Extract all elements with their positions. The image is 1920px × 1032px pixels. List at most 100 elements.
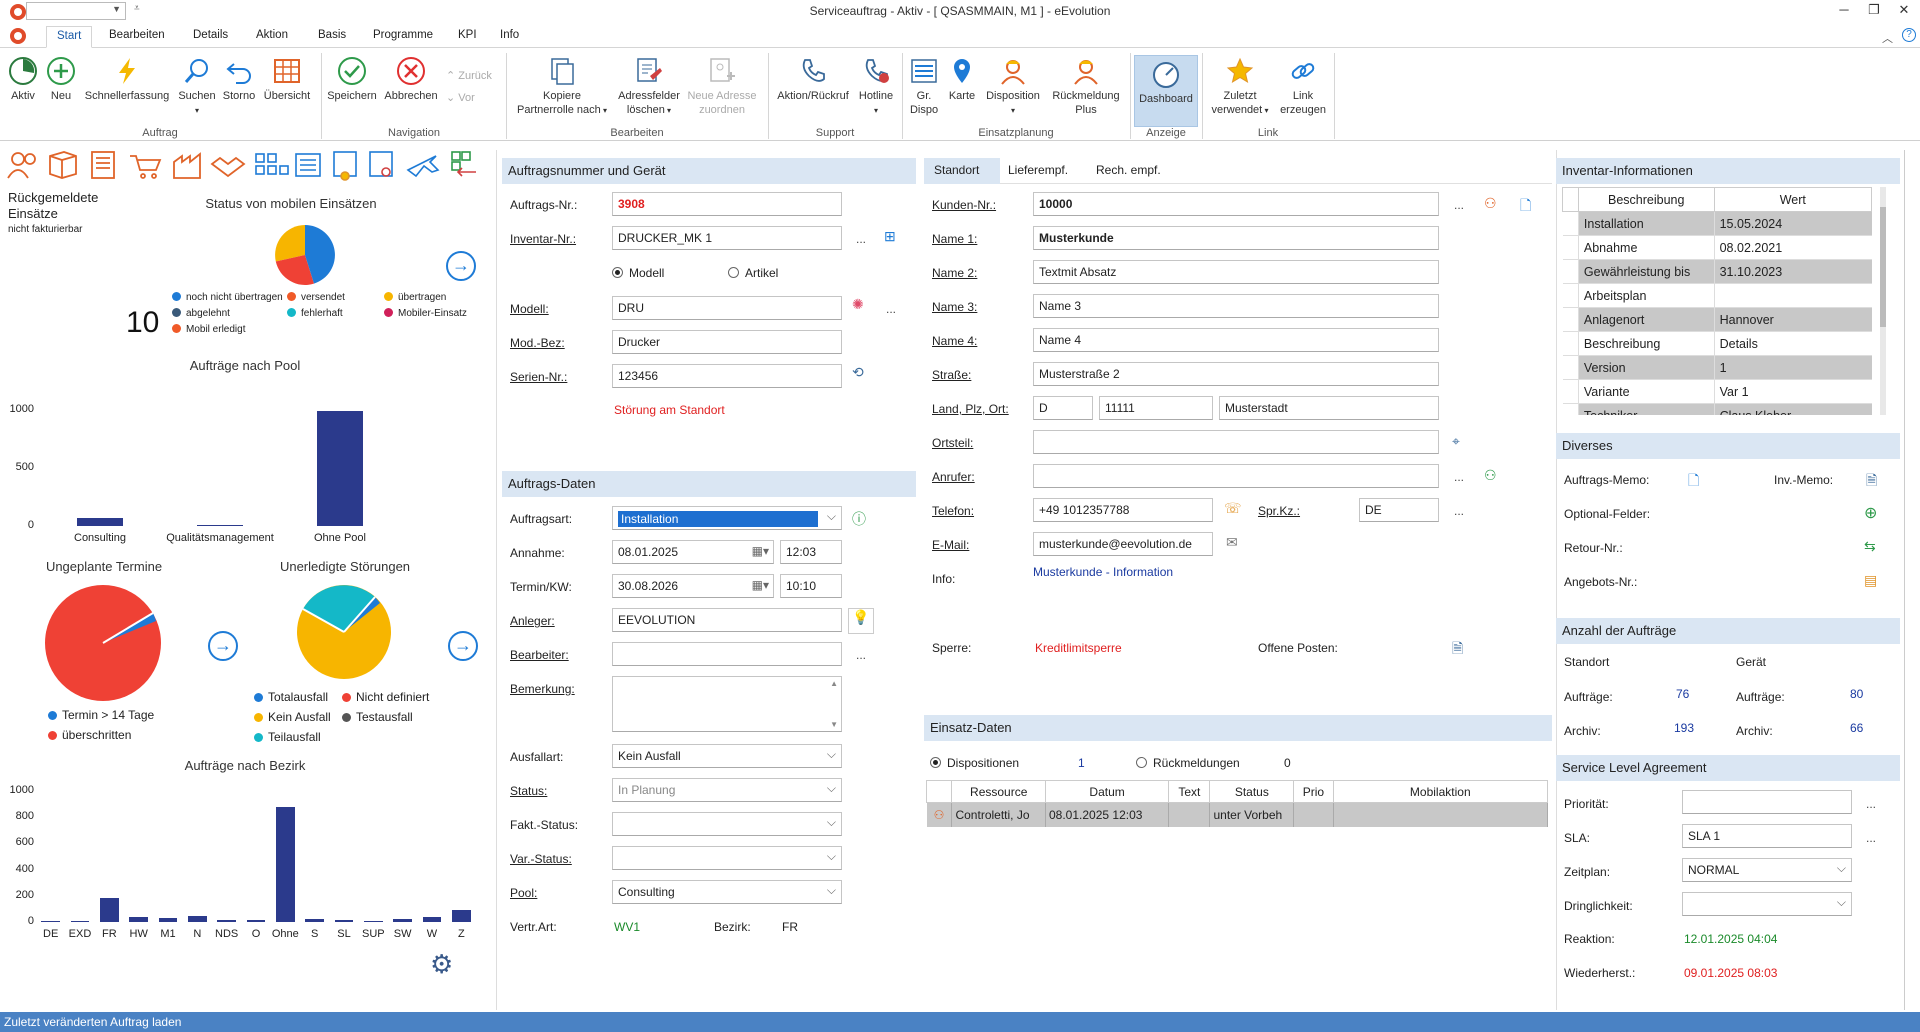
table-row[interactable]: TechnikerClaus Kleber (1562, 403, 1872, 415)
mail-icon[interactable]: ✉ (1226, 534, 1238, 551)
lightbulb-icon[interactable]: 💡 (848, 608, 874, 634)
bar-hw[interactable] (129, 917, 149, 922)
kopiere-partnerrolle-button[interactable]: Kopiere Partnerrolle nach ▾ (512, 55, 612, 118)
scroll-up-icon[interactable]: ▲ (830, 679, 838, 688)
bar-fr[interactable] (99, 898, 119, 922)
bearbeiter-field[interactable] (612, 642, 842, 666)
sprkz-label[interactable]: Spr.Kz.: (1258, 504, 1300, 518)
table-row[interactable]: Gewährleistung bis 31.10.2023 (1562, 259, 1872, 284)
sla-more-button[interactable]: ... (1866, 831, 1876, 845)
location-icon[interactable]: ⌖ (1452, 433, 1460, 450)
dashboard-shortcut-icons[interactable] (6, 150, 494, 182)
calendar-icon[interactable]: ▦▾ (752, 544, 769, 558)
kunden-label[interactable]: Kunden-Nr.: (932, 198, 996, 212)
modell-label[interactable]: Modell: (510, 302, 549, 316)
geraet-archiv-value[interactable]: 66 (1850, 721, 1863, 735)
sla-field[interactable]: SLA 1 (1682, 824, 1852, 848)
gr-dispo-button[interactable]: Gr. Dispo (906, 55, 942, 117)
inventar-column-header[interactable] (1562, 187, 1579, 212)
customize-toolbar-icon[interactable]: ⩡ (134, 3, 140, 14)
storno-button[interactable]: Storno (220, 55, 258, 103)
minimize-icon[interactable]: ─ (1832, 2, 1856, 17)
bemerkung-label[interactable]: Bemerkung: (510, 682, 575, 696)
speichern-button[interactable]: Speichern (326, 55, 378, 103)
var-status-select[interactable] (612, 846, 842, 870)
modell-field[interactable]: DRU (612, 296, 842, 320)
bar-z[interactable] (451, 910, 471, 922)
anrufer-field[interactable] (1033, 464, 1439, 488)
scroll-down-icon[interactable]: ▼ (830, 720, 838, 729)
memo-icon[interactable]: 🗋 (1688, 470, 1699, 494)
arrow-right-icon[interactable]: → (208, 631, 238, 661)
app-logo-icon[interactable] (10, 4, 26, 20)
tab-info[interactable]: Info (500, 29, 519, 41)
abbrechen-button[interactable]: Abbrechen (382, 55, 440, 103)
termin-time-field[interactable]: 10:10 (780, 574, 842, 598)
gear-icon[interactable]: ⚙ (430, 949, 453, 980)
einsatz-column-header[interactable]: Mobilaktion (1332, 780, 1549, 803)
table-row[interactable]: Installation 15.05.2024 (1562, 211, 1872, 236)
status-label[interactable]: Status: (510, 784, 547, 798)
annahme-date-field[interactable]: 08.01.2025 ▦▾ (612, 540, 774, 564)
tab-bearbeiten[interactable]: Bearbeiten (109, 29, 165, 41)
uebersicht-button[interactable]: Übersicht (262, 55, 312, 103)
stoerungen-pie-chart[interactable] (296, 584, 392, 680)
anleger-label[interactable]: Anleger: (510, 614, 555, 628)
dispositionen-radio[interactable]: Dispositionen (930, 756, 1019, 770)
ortsteil-label[interactable]: Ortsteil: (932, 436, 973, 450)
info-link[interactable]: Musterkunde - Information (1033, 565, 1173, 579)
phone-icon[interactable]: ☏ (1224, 500, 1242, 517)
karte-button[interactable]: Karte (944, 55, 980, 103)
termin-date-field[interactable]: 30.08.2026 ▦▾ (612, 574, 774, 598)
name3-label[interactable]: Name 3: (932, 300, 977, 314)
bar-o[interactable] (246, 920, 266, 922)
table-row[interactable]: Anlagenort Hannover (1562, 307, 1872, 332)
bar-consulting[interactable] (77, 517, 123, 526)
virus-icon[interactable]: ✺ (852, 296, 864, 313)
plz-field[interactable]: 11111 (1099, 396, 1213, 420)
bar-s[interactable] (305, 919, 325, 922)
grid-icon[interactable]: ⊞ (884, 228, 896, 245)
tab-lieferempf[interactable]: Lieferempf. (1008, 163, 1068, 177)
email-field[interactable]: musterkunde@eevolution.de (1033, 532, 1213, 556)
tab-start[interactable]: Start (46, 26, 93, 48)
zeitplan-select[interactable]: NORMAL (1682, 858, 1852, 882)
zuletzt-verwendet-button[interactable]: Zuletzt verwendet ▾ (1206, 55, 1274, 118)
bar-de[interactable] (41, 920, 61, 922)
bar-qualit-tsmanagement[interactable] (197, 525, 243, 526)
neu-button[interactable]: Neu (44, 55, 78, 103)
return-icon[interactable]: ⇆ (1864, 538, 1876, 555)
bar-n[interactable] (187, 916, 207, 922)
info-icon[interactable]: ⓘ (852, 509, 866, 529)
history-icon[interactable]: ⟲ (852, 364, 864, 381)
modell-more-button[interactable]: ... (886, 302, 896, 316)
inventar-scrollbar[interactable] (1880, 187, 1886, 415)
anrufer-more-button[interactable]: ... (1454, 470, 1464, 484)
status-select[interactable]: In Planung (612, 778, 842, 802)
anrufer-label[interactable]: Anrufer: (932, 470, 975, 484)
sprkz-more-button[interactable]: ... (1454, 504, 1464, 518)
disposition-button[interactable]: Disposition ▾ (982, 55, 1044, 118)
person-icon[interactable]: ⚇ (1484, 195, 1497, 212)
arrow-right-icon[interactable]: → (448, 631, 478, 661)
inventar-label[interactable]: Inventar-Nr.: (510, 232, 576, 246)
bearbeiter-label[interactable]: Bearbeiter: (510, 648, 569, 662)
pool-label[interactable]: Pool: (510, 886, 537, 900)
bar-nds[interactable] (217, 920, 237, 922)
bar-ohne[interactable] (275, 806, 295, 922)
standort-auftraege-value[interactable]: 76 (1676, 687, 1689, 701)
sprkz-field[interactable]: DE (1359, 498, 1439, 522)
restore-icon[interactable]: ❐ (1862, 2, 1886, 18)
var-status-label[interactable]: Var.-Status: (510, 852, 572, 866)
bar-ohne-pool[interactable] (317, 411, 363, 526)
einsatz-column-header[interactable]: Prio (1293, 780, 1334, 803)
calendar-icon[interactable]: ▦▾ (752, 578, 769, 592)
collapse-ribbon-icon[interactable]: ︿ (1882, 30, 1893, 46)
dashboard-button[interactable]: Dashboard (1134, 55, 1198, 127)
ortsteil-field[interactable] (1033, 430, 1439, 454)
tab-details[interactable]: Details (193, 29, 228, 41)
neue-adresse-zuordnen-button[interactable]: Neue Adresse zuordnen (686, 55, 758, 117)
kunden-more-button[interactable]: ... (1454, 198, 1464, 212)
bar-sl[interactable] (334, 920, 354, 922)
einsatz-column-header[interactable]: Text (1168, 780, 1211, 803)
